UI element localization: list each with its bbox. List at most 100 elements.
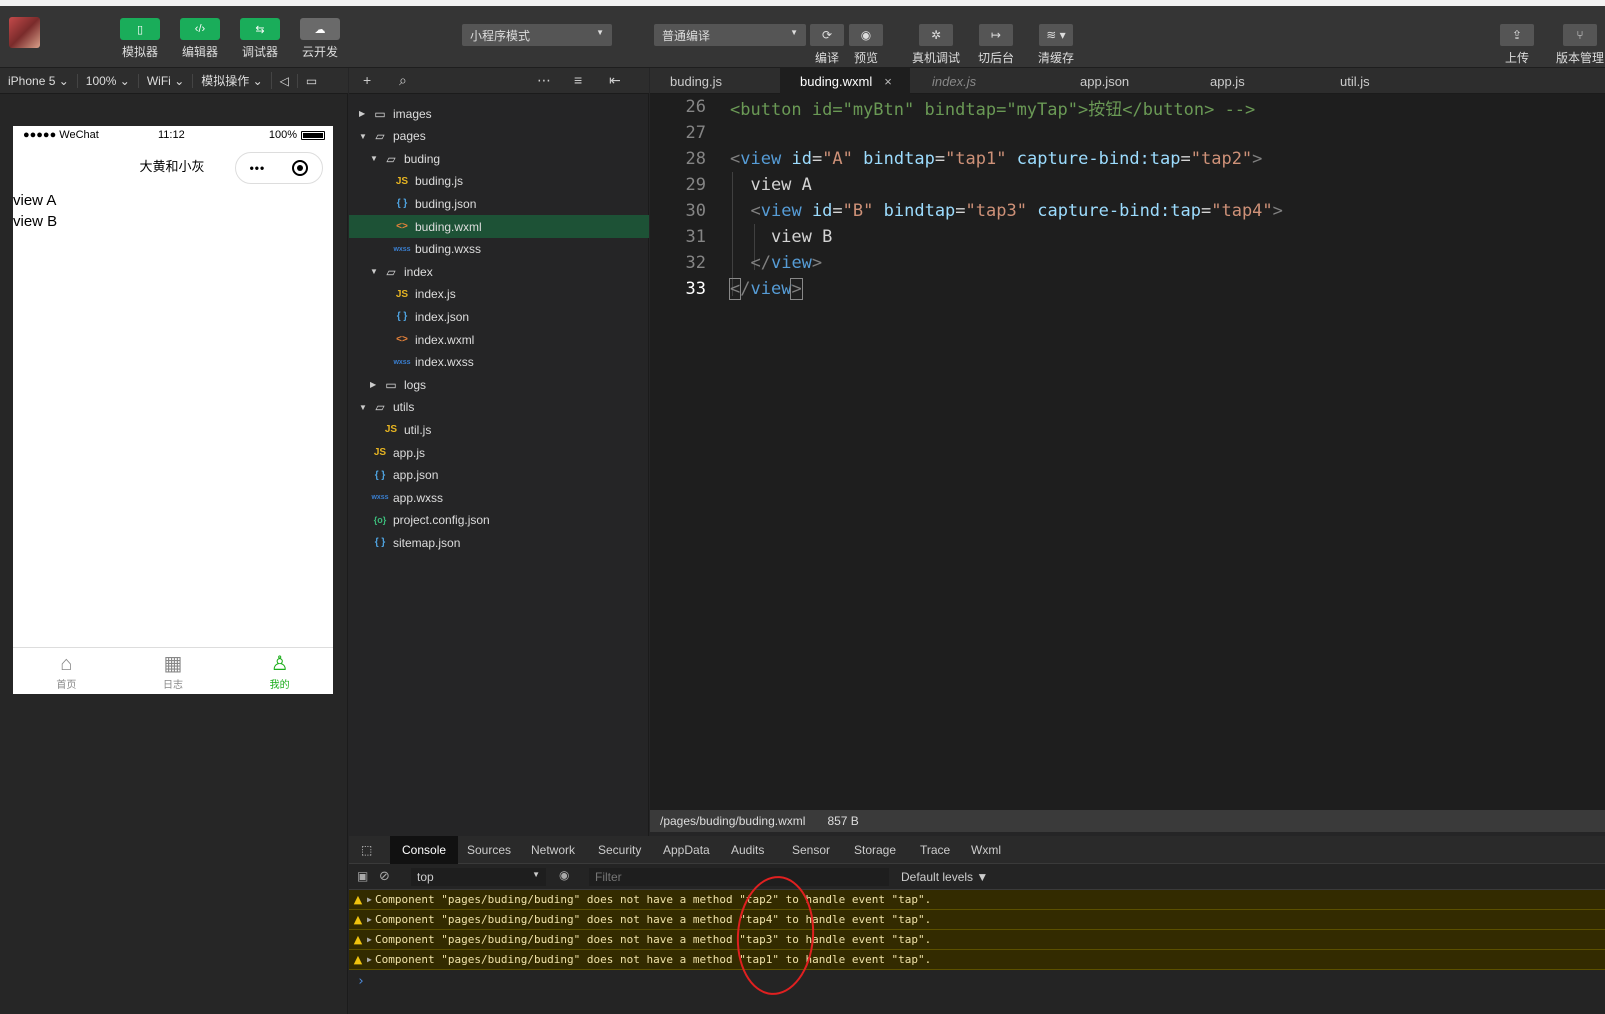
close-mini-program-icon[interactable] xyxy=(292,160,309,176)
network-select[interactable]: WiFi ⌄ xyxy=(139,73,194,88)
popout-icon[interactable]: ▭ xyxy=(298,74,325,88)
caret-down-icon[interactable]: ▼ xyxy=(370,267,380,276)
tab-app-json[interactable]: app.json xyxy=(1040,68,1170,94)
tree-file[interactable]: JS util.js xyxy=(349,418,649,441)
tree-file[interactable]: wxss app.wxss xyxy=(349,486,649,509)
tree-folder[interactable]: ▼ ▱ buding xyxy=(349,147,649,170)
tree-file[interactable]: { } index.json xyxy=(349,305,649,328)
compile-select[interactable]: 普通编译 ▼ xyxy=(654,24,806,46)
tab-storage[interactable]: Storage xyxy=(842,836,908,864)
console-warning[interactable]: ▲ ▶ Component "pages/buding/buding" does n… xyxy=(349,910,1605,930)
caret-right-icon[interactable]: ▶ xyxy=(370,380,380,389)
clear-console-icon[interactable]: ⊘ xyxy=(379,868,390,884)
user-avatar[interactable] xyxy=(9,17,40,48)
expand-icon[interactable]: ▶ xyxy=(367,935,375,944)
sim-ops-select[interactable]: 模拟操作 ⌄ xyxy=(193,72,272,89)
clear-cache-button[interactable]: ≋ ▾ 清缓存 xyxy=(1034,24,1078,66)
tab-wxml[interactable]: Wxml xyxy=(959,836,1013,864)
tree-file[interactable]: JS app.js xyxy=(349,441,649,464)
tab-util-js[interactable]: util.js xyxy=(1300,68,1430,94)
page-content: view A view B xyxy=(13,180,333,232)
console-warning[interactable]: ▲ ▶ Component "pages/buding/buding" does n… xyxy=(349,890,1605,910)
tab-logs[interactable]: ▦ 日志 xyxy=(120,648,227,694)
code-editor[interactable]: 26 <button id="myBtn" bindtap="myTap">按钮… xyxy=(650,94,1605,810)
eye-icon[interactable]: ◉ xyxy=(559,868,569,882)
close-icon[interactable]: × xyxy=(884,74,892,89)
tree-folder[interactable]: ▼ ▱ pages xyxy=(349,125,649,148)
code-text: </view> xyxy=(750,253,823,273)
tab-sensor[interactable]: Sensor xyxy=(780,836,842,864)
tab-buding-wxml[interactable]: buding.wxml × xyxy=(780,68,910,94)
console-warning[interactable]: ▲ ▶ Component "pages/buding/buding" does n… xyxy=(349,950,1605,970)
caret-down-icon[interactable]: ▼ xyxy=(370,154,380,163)
tab-home[interactable]: ⌂ 首页 xyxy=(13,648,120,694)
caret-right-icon[interactable]: ▶ xyxy=(359,109,369,118)
mute-icon[interactable]: ◁ xyxy=(272,73,298,88)
tree-file[interactable]: wxss buding.wxss xyxy=(349,238,649,261)
version-button[interactable]: ⑂ 版本管理 xyxy=(1555,24,1605,66)
tab-app-js[interactable]: app.js xyxy=(1170,68,1300,94)
console-prompt[interactable]: › xyxy=(357,974,365,989)
device-select[interactable]: iPhone 5 ⌄ xyxy=(0,73,78,88)
tab-console[interactable]: Console xyxy=(390,836,459,864)
preview-button[interactable]: ◉ 预览 xyxy=(847,24,885,66)
add-file-icon[interactable]: + xyxy=(363,72,371,88)
expand-icon[interactable]: ▶ xyxy=(367,915,375,924)
tree-folder[interactable]: ▼ ▱ utils xyxy=(349,396,649,419)
expand-icon[interactable]: ▶ xyxy=(367,895,375,904)
tree-file[interactable]: { } sitemap.json xyxy=(349,531,649,554)
remote-debug-button[interactable]: ✲ 真机调试 xyxy=(911,24,961,66)
sidebar-toggle-icon[interactable]: ⇤ xyxy=(609,72,621,89)
simulator-toggle-button[interactable]: ▯ 模拟器 xyxy=(118,18,162,60)
mode-select[interactable]: 小程序模式 ▼ xyxy=(462,24,612,46)
tab-sources[interactable]: Sources xyxy=(455,836,523,864)
debugger-toggle-button[interactable]: ⇆ 调试器 xyxy=(238,18,282,60)
menu-capsule[interactable]: ••• xyxy=(235,152,323,184)
tree-file[interactable]: JS index.js xyxy=(349,283,649,306)
tab-network[interactable]: Network xyxy=(519,836,587,864)
tree-folder[interactable]: ▶ ▭ images xyxy=(349,102,649,125)
search-icon[interactable]: ⌕ xyxy=(399,72,407,89)
console-warning[interactable]: ▲ ▶ Component "pages/buding/buding" does n… xyxy=(349,930,1605,950)
more-icon[interactable]: ••• xyxy=(250,161,266,175)
sidebar-toggle-icon[interactable]: ▣ xyxy=(357,869,368,883)
compile-button[interactable]: ⟳ 编译 xyxy=(808,24,846,66)
tab-appdata[interactable]: AppData xyxy=(651,836,722,864)
file-size: 857 B xyxy=(827,814,859,828)
tree-file[interactable]: <> index.wxml xyxy=(349,328,649,351)
tab-security[interactable]: Security xyxy=(586,836,653,864)
tab-buding-js[interactable]: buding.js xyxy=(650,68,780,94)
tree-folder[interactable]: ▶ ▭ logs xyxy=(349,373,649,396)
view-b[interactable]: view B xyxy=(13,211,333,232)
tree-file[interactable]: { } buding.json xyxy=(349,192,649,215)
tree-file[interactable]: { } app.json xyxy=(349,464,649,487)
log-levels-select[interactable]: Default levels ▼ xyxy=(901,870,988,884)
tree-item-label: index.json xyxy=(415,309,470,324)
tab-trace[interactable]: Trace xyxy=(908,836,962,864)
tree-file[interactable]: JS buding.js xyxy=(349,170,649,193)
code-text: </view> xyxy=(728,278,803,300)
caret-down-icon[interactable]: ▼ xyxy=(359,403,369,412)
tab-mine[interactable]: ♙ 我的 xyxy=(226,648,333,694)
console-filter-input[interactable] xyxy=(589,868,889,886)
zoom-select[interactable]: 100% ⌄ xyxy=(78,73,139,88)
view-a[interactable]: view A xyxy=(13,190,333,211)
more-icon[interactable]: ⋯ xyxy=(537,72,551,89)
tree-folder[interactable]: ▼ ▱ index xyxy=(349,260,649,283)
tree-file[interactable]: wxss index.wxss xyxy=(349,351,649,374)
upload-button[interactable]: ⇪ 上传 xyxy=(1498,24,1536,66)
tab-audits[interactable]: Audits xyxy=(719,836,776,864)
cloud-dev-button[interactable]: ☁ 云开发 xyxy=(298,18,342,60)
tree-item-label: util.js xyxy=(404,422,432,437)
inspect-icon[interactable]: ⬚ xyxy=(349,836,384,864)
caret-down-icon[interactable]: ▼ xyxy=(359,132,369,141)
tree-file[interactable]: <> buding.wxml xyxy=(349,215,649,238)
expand-icon[interactable]: ▶ xyxy=(367,955,375,964)
context-select[interactable]: top ▼ xyxy=(411,868,546,886)
background-button[interactable]: ↦ 切后台 xyxy=(974,24,1018,66)
js-file-icon: JS xyxy=(373,447,387,458)
tab-index-js[interactable]: index.js xyxy=(910,68,1040,94)
editor-toggle-button[interactable]: ‹/› 编辑器 xyxy=(178,18,222,60)
tree-file[interactable]: {o} project.config.json xyxy=(349,509,649,532)
collapse-icon[interactable]: ≡ xyxy=(574,72,582,88)
